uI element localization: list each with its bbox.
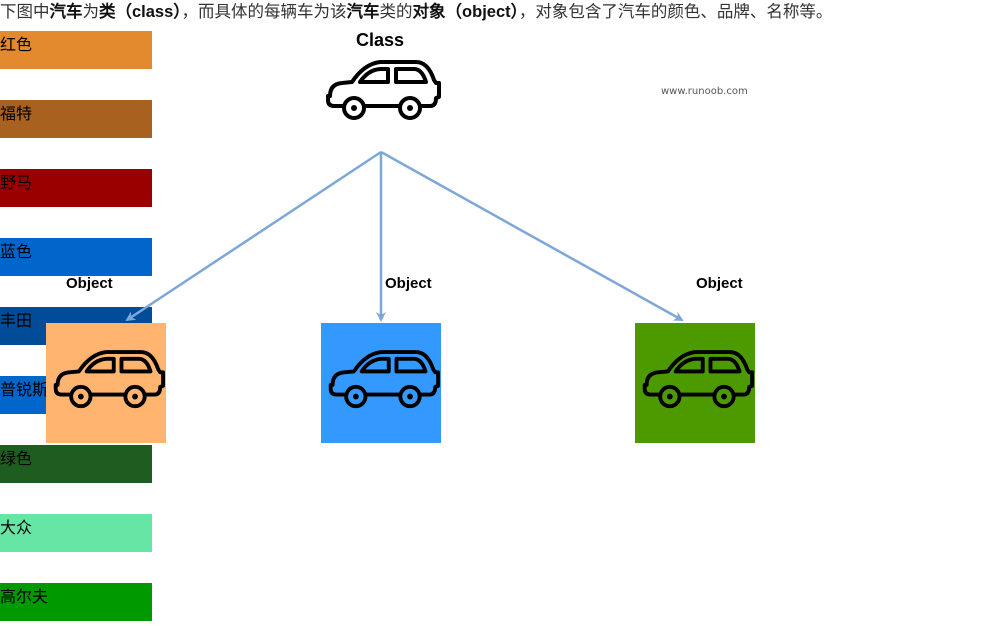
class-label: Class [356, 30, 405, 50]
arrows-layer [125, 150, 684, 322]
watermark: www.runoob.com [661, 86, 748, 97]
class-object-diagram: Class www.runoob.com Object 红色 福特 野马 Object 蓝… [0, 0, 987, 640]
object-label: Object [66, 275, 113, 292]
arrow-to-object-left [125, 150, 382, 322]
object-card [635, 323, 755, 443]
car-icon [328, 350, 441, 409]
car-icon [53, 350, 166, 409]
car-icon [642, 350, 755, 409]
object-label: Object [696, 275, 743, 292]
arrow-to-object-right [380, 150, 684, 322]
object-card [321, 323, 441, 443]
class-car-icon [326, 60, 441, 120]
object-label: Object [385, 275, 432, 292]
object-card [46, 323, 166, 443]
